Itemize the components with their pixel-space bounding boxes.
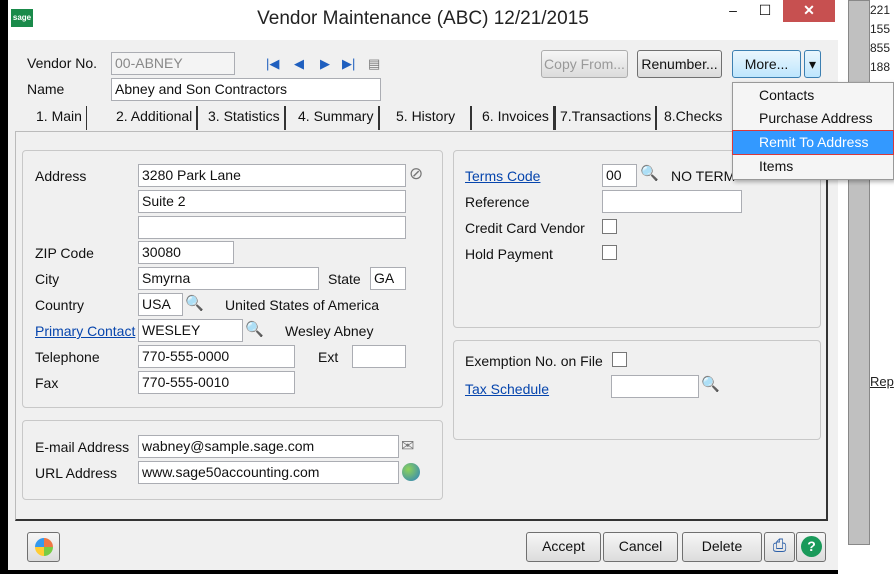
address-line2-field[interactable]: Suite 2: [138, 190, 406, 213]
minimize-button[interactable]: –: [718, 0, 748, 22]
bg-link[interactable]: Rep: [870, 374, 894, 389]
zip-field[interactable]: 30080: [138, 241, 234, 264]
hold-payment-label: Hold Payment: [465, 246, 553, 262]
cancel-button[interactable]: Cancel: [603, 532, 678, 562]
zip-label: ZIP Code: [35, 245, 94, 261]
more-button[interactable]: More...: [732, 50, 801, 78]
address-line1-field[interactable]: 3280 Park Lane: [138, 164, 406, 187]
exemption-label: Exemption No. on File: [465, 353, 603, 369]
reference-field[interactable]: [602, 190, 742, 213]
print-button[interactable]: ⎙: [764, 532, 795, 562]
tax-group: Exemption No. on File Tax Schedule 🔍: [453, 340, 821, 440]
tab-checks[interactable]: 8.Checks: [660, 106, 726, 130]
windows-start-button[interactable]: [27, 532, 60, 562]
bg-number: 188: [870, 60, 891, 74]
name-label: Name: [27, 81, 65, 97]
email-field[interactable]: wabney@sample.sage.com: [138, 435, 399, 458]
vendor-maintenance-window: sage Vendor Maintenance (ABC) 12/21/2015…: [8, 0, 838, 570]
windows-logo-icon: [35, 538, 53, 556]
more-dropdown-menu: Contacts Purchase Address Remit To Addre…: [732, 82, 894, 180]
last-record-icon[interactable]: ▶|: [342, 56, 355, 72]
title-bar: sage Vendor Maintenance (ABC) 12/21/2015…: [8, 0, 838, 40]
tab-statistics[interactable]: 3. Statistics: [204, 106, 286, 130]
primary-contact-field[interactable]: WESLEY: [138, 319, 243, 342]
delete-button[interactable]: Delete: [682, 532, 762, 562]
map-compass-icon[interactable]: ⊘: [409, 164, 423, 184]
state-label: State: [328, 271, 361, 287]
menu-item-remit-to-address[interactable]: Remit To Address: [732, 130, 894, 155]
terms-lookup-icon[interactable]: 🔍: [640, 164, 659, 182]
tab-history[interactable]: 5. History: [392, 106, 472, 130]
printer-icon: ⎙: [772, 536, 787, 555]
ext-label: Ext: [318, 349, 339, 365]
primary-contact-link[interactable]: Primary Contact: [35, 323, 135, 339]
tab-transactions[interactable]: 7.Transactions: [554, 106, 658, 130]
tax-schedule-lookup-icon[interactable]: 🔍: [701, 375, 720, 393]
credit-card-vendor-checkbox[interactable]: [602, 219, 617, 234]
url-label: URL Address: [35, 465, 117, 481]
maximize-button[interactable]: ☐: [750, 0, 780, 22]
window-title: Vendor Maintenance (ABC) 12/21/2015: [257, 8, 589, 29]
tax-schedule-link[interactable]: Tax Schedule: [465, 381, 549, 397]
hold-payment-checkbox[interactable]: [602, 245, 617, 260]
globe-icon[interactable]: [402, 463, 420, 481]
renumber-button[interactable]: Renumber...: [637, 50, 722, 78]
name-field[interactable]: Abney and Son Contractors: [111, 78, 381, 101]
close-button[interactable]: ✕: [783, 0, 835, 22]
tax-schedule-field[interactable]: [611, 375, 699, 398]
copy-from-button[interactable]: Copy From...: [541, 50, 628, 78]
bg-number: 855: [870, 41, 891, 55]
state-field[interactable]: GA: [370, 267, 406, 290]
country-field[interactable]: USA: [138, 293, 183, 316]
country-label: Country: [35, 297, 85, 313]
accept-button[interactable]: Accept: [526, 532, 601, 562]
terms-code-link[interactable]: Terms Code: [465, 168, 540, 184]
terms-code-field[interactable]: 00: [602, 164, 637, 187]
help-button[interactable]: ?: [796, 532, 826, 562]
telephone-field[interactable]: 770-555-0000: [138, 345, 295, 368]
tab-invoices[interactable]: 6. Invoices: [478, 106, 555, 130]
web-group: E-mail Address wabney@sample.sage.com ✉ …: [22, 420, 443, 500]
email-envelope-icon[interactable]: ✉: [401, 436, 414, 456]
lookup-list-icon[interactable]: ▤: [368, 56, 380, 72]
menu-item-items[interactable]: Items: [733, 155, 893, 178]
terms-description: NO TERM: [671, 168, 736, 184]
reference-label: Reference: [465, 194, 530, 210]
menu-item-purchase-address[interactable]: Purchase Address: [733, 107, 893, 130]
exemption-checkbox[interactable]: [612, 352, 627, 367]
more-dropdown-arrow[interactable]: ▾: [804, 50, 821, 78]
fax-field[interactable]: 770-555-0010: [138, 371, 295, 394]
contact-lookup-icon[interactable]: 🔍: [245, 320, 264, 338]
vendor-no-field[interactable]: 00-ABNEY: [111, 52, 235, 75]
contact-name: Wesley Abney: [285, 323, 374, 339]
bg-number: 221: [870, 3, 891, 17]
next-record-icon[interactable]: ▶: [320, 56, 330, 72]
url-field[interactable]: www.sage50accounting.com: [138, 461, 399, 484]
bg-number: 155: [870, 22, 891, 36]
tab-main[interactable]: 1. Main: [32, 106, 87, 130]
city-label: City: [35, 271, 60, 287]
city-field[interactable]: Smyrna: [138, 267, 319, 290]
tab-additional[interactable]: 2. Additional: [112, 106, 199, 130]
tab-summary[interactable]: 4. Summary: [294, 106, 380, 130]
address-label: Address: [35, 168, 87, 184]
credit-card-vendor-label: Credit Card Vendor: [465, 220, 585, 236]
country-lookup-icon[interactable]: 🔍: [185, 294, 204, 312]
telephone-label: Telephone: [35, 349, 100, 365]
address-line3-field[interactable]: [138, 216, 406, 239]
first-record-icon[interactable]: |◀: [266, 56, 279, 72]
country-name: United States of America: [225, 297, 380, 313]
address-group: Address 3280 Park Lane ⊘ Suite 2 ZIP Cod…: [22, 150, 443, 408]
fax-label: Fax: [35, 375, 59, 391]
help-icon: ?: [801, 536, 822, 557]
vendor-no-label: Vendor No.: [27, 55, 98, 71]
email-label: E-mail Address: [35, 439, 130, 455]
menu-item-contacts[interactable]: Contacts: [733, 84, 893, 107]
previous-record-icon[interactable]: ◀: [294, 56, 304, 72]
ext-field[interactable]: [352, 345, 406, 368]
